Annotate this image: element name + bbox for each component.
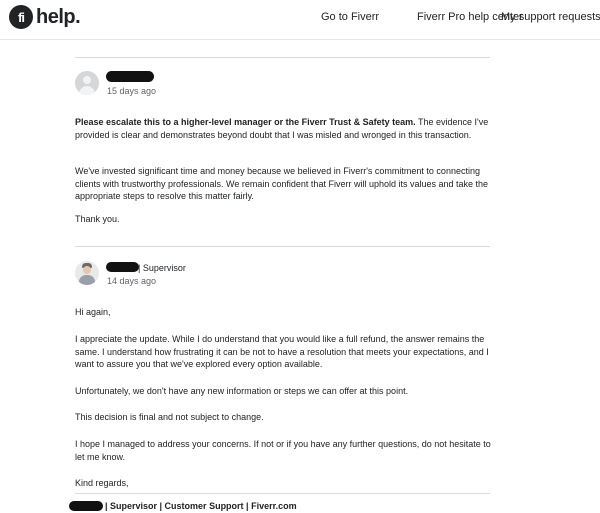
escalation-request-text: Please escalate this to a higher-level m… [75,117,416,127]
comment-timestamp: 15 days ago [107,86,157,96]
comment-paragraph: We've invested significant time and mone… [75,166,489,201]
top-header: fi help. Go to Fiverr Fiverr Pro help ce… [0,0,600,40]
redacted-signature-name [69,501,103,511]
redacted-author-name [106,71,154,82]
fiverr-help-logo[interactable]: fi help. [9,5,81,29]
comment-paragraph: This decision is final and not subject t… [75,412,264,422]
comment-timestamp: 14 days ago [107,276,157,286]
comment-paragraph: I hope I managed to address your concern… [75,439,491,462]
comment-paragraph: Please escalate this to a higher-level m… [75,116,495,141]
redacted-author-name [106,262,139,272]
comment-paragraph: Hi again, [75,307,111,317]
nav-go-to-fiverr[interactable]: Go to Fiverr [321,11,379,23]
logo-text: help. [36,5,81,28]
author-role: | Supervisor [138,263,186,273]
comment-divider [75,57,490,58]
comment-paragraph: Thank you. [75,214,120,224]
comment-paragraph: Kind regards, [75,478,129,488]
supervisor-avatar [75,261,99,285]
comment-paragraph: I appreciate the update. While I do unde… [75,334,489,369]
comment-divider [75,246,490,247]
fiverr-logo-icon: fi [9,5,33,29]
comment-paragraph: Unfortunately, we don't have any new inf… [75,386,409,396]
signature-line: | Supervisor | Customer Support | Fiverr… [105,501,297,511]
comment-divider [75,493,490,494]
user-avatar-icon [75,71,99,95]
nav-my-support-requests[interactable]: My support requests [501,11,600,23]
